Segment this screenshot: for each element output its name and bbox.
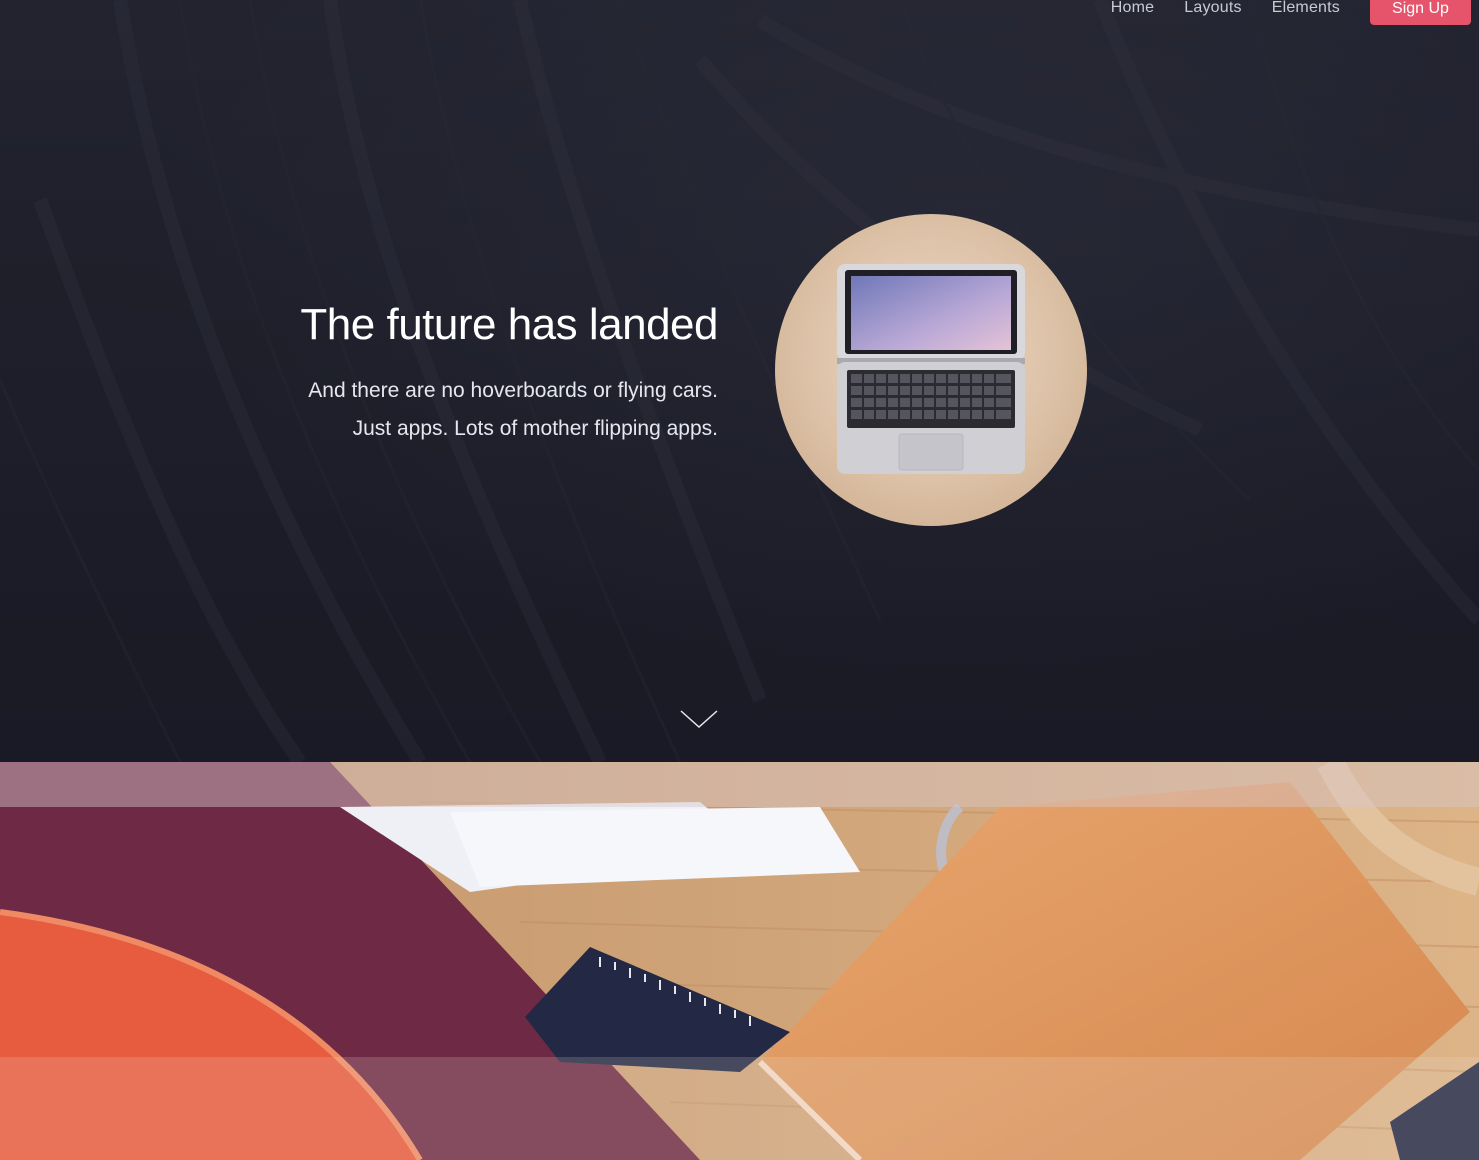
top-nav: Home Layouts Elements Sign Up	[1111, 0, 1479, 26]
laptop-icon	[837, 264, 1025, 474]
photo-overlay-band-top	[0, 762, 1479, 807]
laptop-image	[775, 214, 1087, 526]
nav-link-home[interactable]: Home	[1111, 0, 1154, 16]
nav-link-layouts[interactable]: Layouts	[1184, 0, 1241, 16]
hero-text: The future has landed And there are no h…	[300, 300, 718, 448]
library-shelves-background	[0, 0, 1479, 762]
hero-title: The future has landed	[300, 300, 718, 349]
hero-subtitle-line-1: And there are no hoverboards or flying c…	[308, 379, 718, 402]
sign-up-button[interactable]: Sign Up	[1370, 0, 1471, 25]
photo-overlay-band-bottom	[0, 1057, 1479, 1160]
chevron-down-icon[interactable]	[679, 708, 719, 730]
desk-image-section	[0, 762, 1479, 1160]
hero-section: Home Layouts Elements Sign Up The future…	[0, 0, 1479, 762]
hero-subtitle-line-2: Just apps. Lots of mother flipping apps.	[352, 417, 718, 440]
nav-link-elements[interactable]: Elements	[1272, 0, 1340, 16]
